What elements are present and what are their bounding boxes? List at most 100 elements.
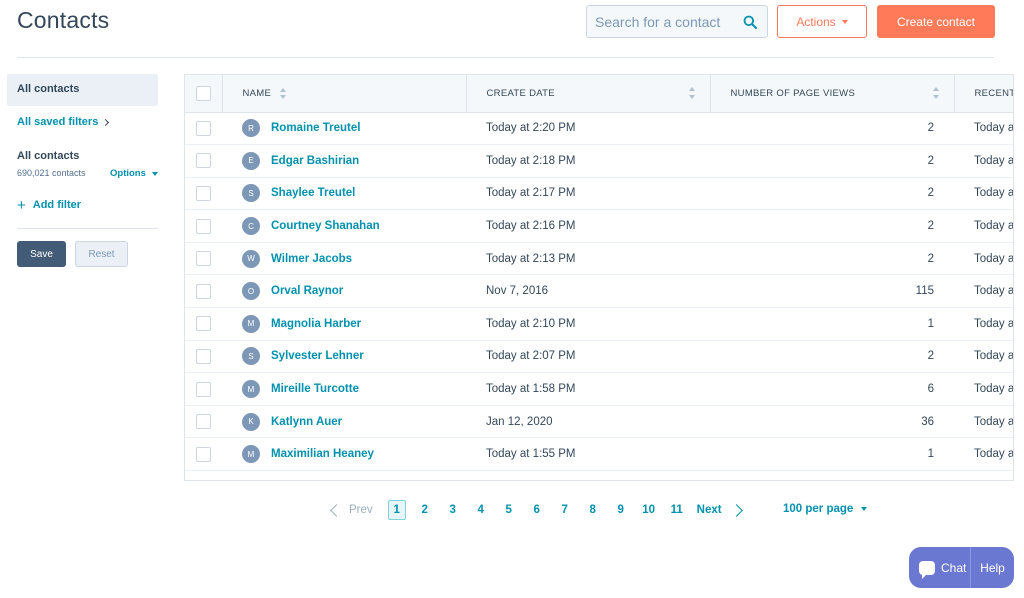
row-select-cell — [185, 242, 222, 275]
table-row[interactable]: M Maximilian Heaney Today at 1:55 PM 1 Today… — [185, 438, 1013, 471]
prev-page-button[interactable]: Prev — [328, 503, 373, 517]
options-dropdown[interactable]: Options — [110, 168, 158, 179]
page-number-11[interactable]: 11 — [663, 504, 691, 516]
create-date-cell: Today at 1:58 PM — [486, 383, 576, 396]
chat-bubble-icon — [919, 560, 935, 579]
contact-name-link[interactable]: Katlynn Auer — [271, 416, 342, 428]
contact-name-link[interactable]: Mireille Turcotte — [271, 383, 359, 395]
row-checkbox[interactable] — [196, 153, 211, 169]
help-button[interactable]: Help — [971, 561, 1014, 575]
page-number-6[interactable]: 6 — [523, 504, 551, 516]
search-input[interactable] — [595, 13, 741, 30]
row-checkbox[interactable] — [196, 120, 211, 136]
page-views-cell: 2 — [927, 154, 934, 167]
caret-down-icon — [151, 171, 158, 176]
row-checkbox[interactable] — [196, 348, 211, 364]
add-filter-link[interactable]: + Add filter — [17, 198, 81, 213]
name-cell: S Shaylee Treutel — [222, 177, 466, 210]
search-icon[interactable] — [741, 13, 759, 31]
row-checkbox[interactable] — [196, 251, 211, 267]
contact-name-link[interactable]: Edgar Bashirian — [271, 155, 359, 167]
page-number-2[interactable]: 2 — [411, 504, 439, 516]
recent-cell: Today at — [974, 252, 1014, 265]
table-row[interactable]: M Mireille Turcotte Today at 1:58 PM 6 Today… — [185, 373, 1014, 406]
create-contact-button[interactable]: Create contact — [877, 5, 995, 38]
options-label: Options — [110, 168, 146, 179]
next-page-button[interactable]: Next — [697, 503, 743, 517]
page-views-cell: 115 — [915, 285, 934, 298]
table-row[interactable]: R Romaine Treutel Today at 2:20 PM 2 Today a… — [185, 112, 1013, 145]
row-checkbox[interactable] — [196, 414, 211, 430]
actions-button[interactable]: Actions — [777, 5, 867, 38]
sidebar-item-all-contacts[interactable]: All contacts — [7, 74, 158, 106]
recent-cell: Today at — [974, 415, 1014, 428]
table-row[interactable]: W Wilmer Jacobs Today at 2:13 PM 2 Today at — [185, 242, 1014, 275]
sort-icon[interactable] — [688, 87, 696, 99]
page-title: Contacts — [17, 7, 110, 33]
contact-name-link[interactable]: Romaine Treutel — [271, 122, 360, 134]
row-select-cell — [185, 340, 222, 373]
column-label: NAME — [242, 87, 272, 99]
table-row[interactable]: C Courtney Shanahan Today at 2:16 PM 2 Today… — [185, 210, 1013, 243]
page-number-1[interactable]: 1 — [387, 500, 406, 520]
per-page-dropdown[interactable]: 100 per page — [783, 503, 868, 515]
page-number-4[interactable]: 4 — [467, 504, 495, 516]
table-row[interactable]: M Magnolia Harber Today at 2:10 PM 1 Today a… — [185, 308, 1014, 341]
page-views-cell: 1 — [927, 317, 934, 330]
contact-name-link[interactable]: Shaylee Treutel — [271, 187, 355, 199]
row-checkbox[interactable] — [196, 185, 211, 201]
recent-cell: Today at — [974, 187, 1014, 200]
table-row[interactable]: S Sylvester Lehner Today at 2:07 PM 2 Today … — [185, 340, 1013, 373]
column-header-page-views[interactable]: NUMBER OF PAGE VIEWS — [710, 75, 955, 113]
row-checkbox[interactable] — [196, 283, 211, 299]
contact-name-link[interactable]: Magnolia Harber — [271, 318, 361, 330]
page-number-5[interactable]: 5 — [495, 504, 523, 516]
create-date-cell: Today at 2:07 PM — [486, 350, 576, 363]
page-views-cell: 1 — [927, 448, 934, 461]
row-select-cell — [185, 308, 222, 341]
column-header-create-date[interactable]: CREATE DATE — [466, 75, 711, 113]
create-date-cell: Today at 1:55 PM — [486, 448, 576, 461]
all-saved-filters-link[interactable]: All saved filters — [17, 116, 110, 128]
contact-name-link[interactable]: Sylvester Lehner — [271, 350, 364, 362]
page-views-cell: 2 — [927, 122, 934, 135]
page-number-7[interactable]: 7 — [551, 504, 579, 516]
contact-name-link[interactable]: Wilmer Jacobs — [271, 253, 352, 265]
select-all-checkbox[interactable] — [195, 85, 211, 101]
page-number-9[interactable]: 9 — [607, 504, 635, 516]
row-select-cell — [185, 145, 222, 178]
page-views-cell: 2 — [927, 252, 934, 265]
avatar: M — [242, 380, 260, 399]
row-checkbox[interactable] — [196, 218, 211, 234]
sort-icon[interactable] — [280, 87, 287, 99]
table-row[interactable]: O Orval Raynor Nov 7, 2016 115 Today at — [185, 275, 1013, 308]
table-row[interactable]: S Shaylee Treutel Today at 2:17 PM 2 Today a… — [185, 177, 1014, 210]
page-number-3[interactable]: 3 — [439, 504, 467, 516]
page-number-8[interactable]: 8 — [579, 504, 607, 516]
table-row[interactable]: E Edgar Bashirian Today at 2:18 PM 2 Today a… — [185, 145, 1013, 178]
chat-button[interactable]: Chat — [909, 547, 971, 588]
page-number-10[interactable]: 10 — [635, 504, 663, 516]
reset-button[interactable]: Reset — [75, 241, 128, 267]
name-cell: E Edgar Bashirian — [222, 145, 466, 178]
contact-name-link[interactable]: Maximilian Heaney — [271, 448, 374, 460]
row-checkbox[interactable] — [196, 446, 211, 462]
contact-name-link[interactable]: Courtney Shanahan — [271, 220, 380, 232]
name-cell: C Courtney Shanahan — [222, 210, 466, 243]
column-header-recent[interactable]: RECENT — [954, 75, 1013, 113]
search-box[interactable] — [586, 5, 768, 38]
row-checkbox[interactable] — [196, 381, 211, 397]
page-views-cell: 2 — [927, 350, 934, 363]
sidebar-divider — [17, 228, 158, 229]
recent-cell: Today at — [974, 383, 1014, 396]
row-checkbox[interactable] — [196, 316, 211, 332]
prev-label: Prev — [349, 504, 373, 516]
row-select-cell — [185, 177, 222, 210]
save-button[interactable]: Save — [17, 241, 66, 267]
contact-name-link[interactable]: Orval Raynor — [271, 285, 343, 297]
column-header-name[interactable]: NAME — [222, 75, 467, 113]
sort-icon[interactable] — [932, 87, 940, 99]
recent-cell: Today at — [974, 317, 1014, 330]
row-select-cell — [185, 405, 222, 438]
table-row[interactable]: K Katlynn Auer Jan 12, 2020 36 Today at — [185, 405, 1014, 438]
